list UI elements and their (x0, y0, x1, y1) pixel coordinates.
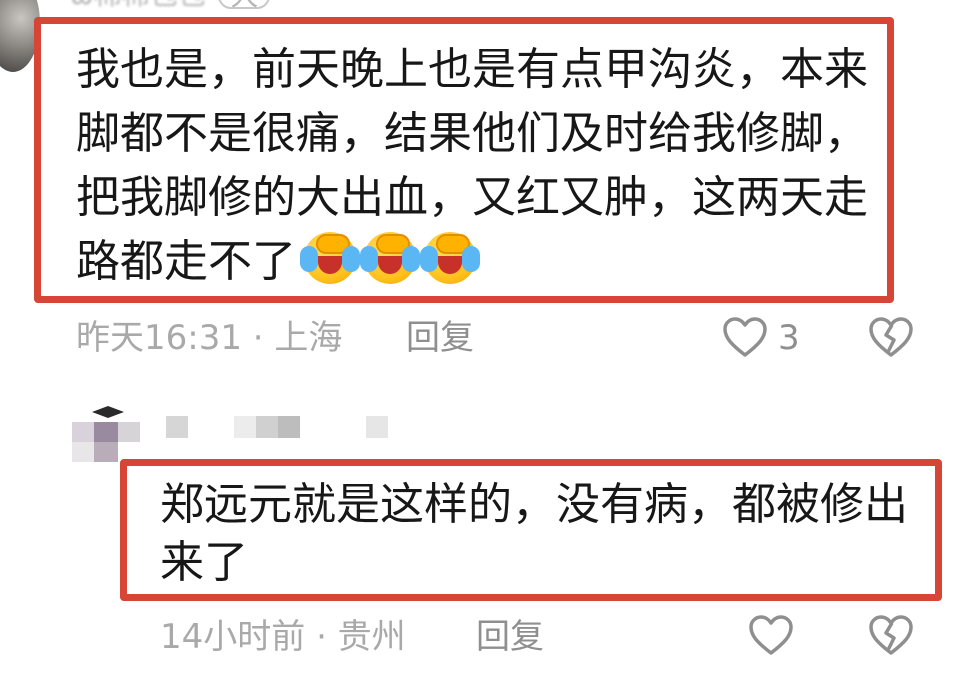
comment-text: 郑远元就是这样的，没有病，都被修出 来了 (160, 476, 930, 592)
crying-laughing-emoji (300, 232, 356, 284)
dislike-button[interactable] (868, 614, 914, 656)
comment-line: 脚都不是很痛，结果他们及时给我修脚， (76, 108, 868, 159)
broken-heart-icon (869, 615, 913, 655)
crying-laughing-emoji (360, 232, 416, 284)
pixelated-avatar-image (72, 406, 140, 462)
reply-button[interactable]: 回复 (406, 318, 474, 358)
user-avatar[interactable] (72, 402, 142, 462)
comment-line: 来了 (160, 537, 248, 588)
user-level-badge: 大 (218, 0, 271, 10)
comment-time-location: 昨天16:31 · 上海 (76, 318, 343, 358)
dislike-button[interactable] (868, 316, 914, 358)
comment-line-with-emoji: 路都走不了 (76, 230, 888, 294)
username-redacted[interactable] (160, 414, 400, 440)
heart-outline-icon (749, 615, 793, 655)
reply-button[interactable]: 回复 (476, 617, 544, 657)
like-count: 3 (778, 318, 800, 358)
comment-line: 把我脚修的大出血，又红又肿，这两天走 (76, 172, 868, 223)
like-button[interactable] (722, 316, 768, 358)
comment-time-location: 14小时前 · 贵州 (160, 617, 406, 657)
username[interactable]: ω棉棉包包 大 (70, 0, 271, 12)
pixelated-username-image (166, 416, 388, 438)
broken-heart-icon (869, 317, 913, 357)
comment-text: 我也是，前天晚上也是有点甲沟炎，本来 脚都不是很痛，结果他们及时给我修脚， 把我… (76, 38, 888, 294)
username-text[interactable]: ω棉棉包包 (70, 0, 205, 11)
comment-line: 我也是，前天晚上也是有点甲沟炎，本来 (76, 44, 868, 95)
comment-line: 路都走不了 (76, 236, 296, 287)
heart-outline-icon (723, 317, 767, 357)
comment-thread: ω棉棉包包 大 我也是，前天晚上也是有点甲沟炎，本来 脚都不是很痛，结果他们及时… (0, 0, 972, 679)
crying-laughing-emoji (420, 232, 476, 284)
comment-line: 郑远元就是这样的，没有病，都被修出 (160, 479, 908, 530)
like-button[interactable] (748, 614, 794, 656)
